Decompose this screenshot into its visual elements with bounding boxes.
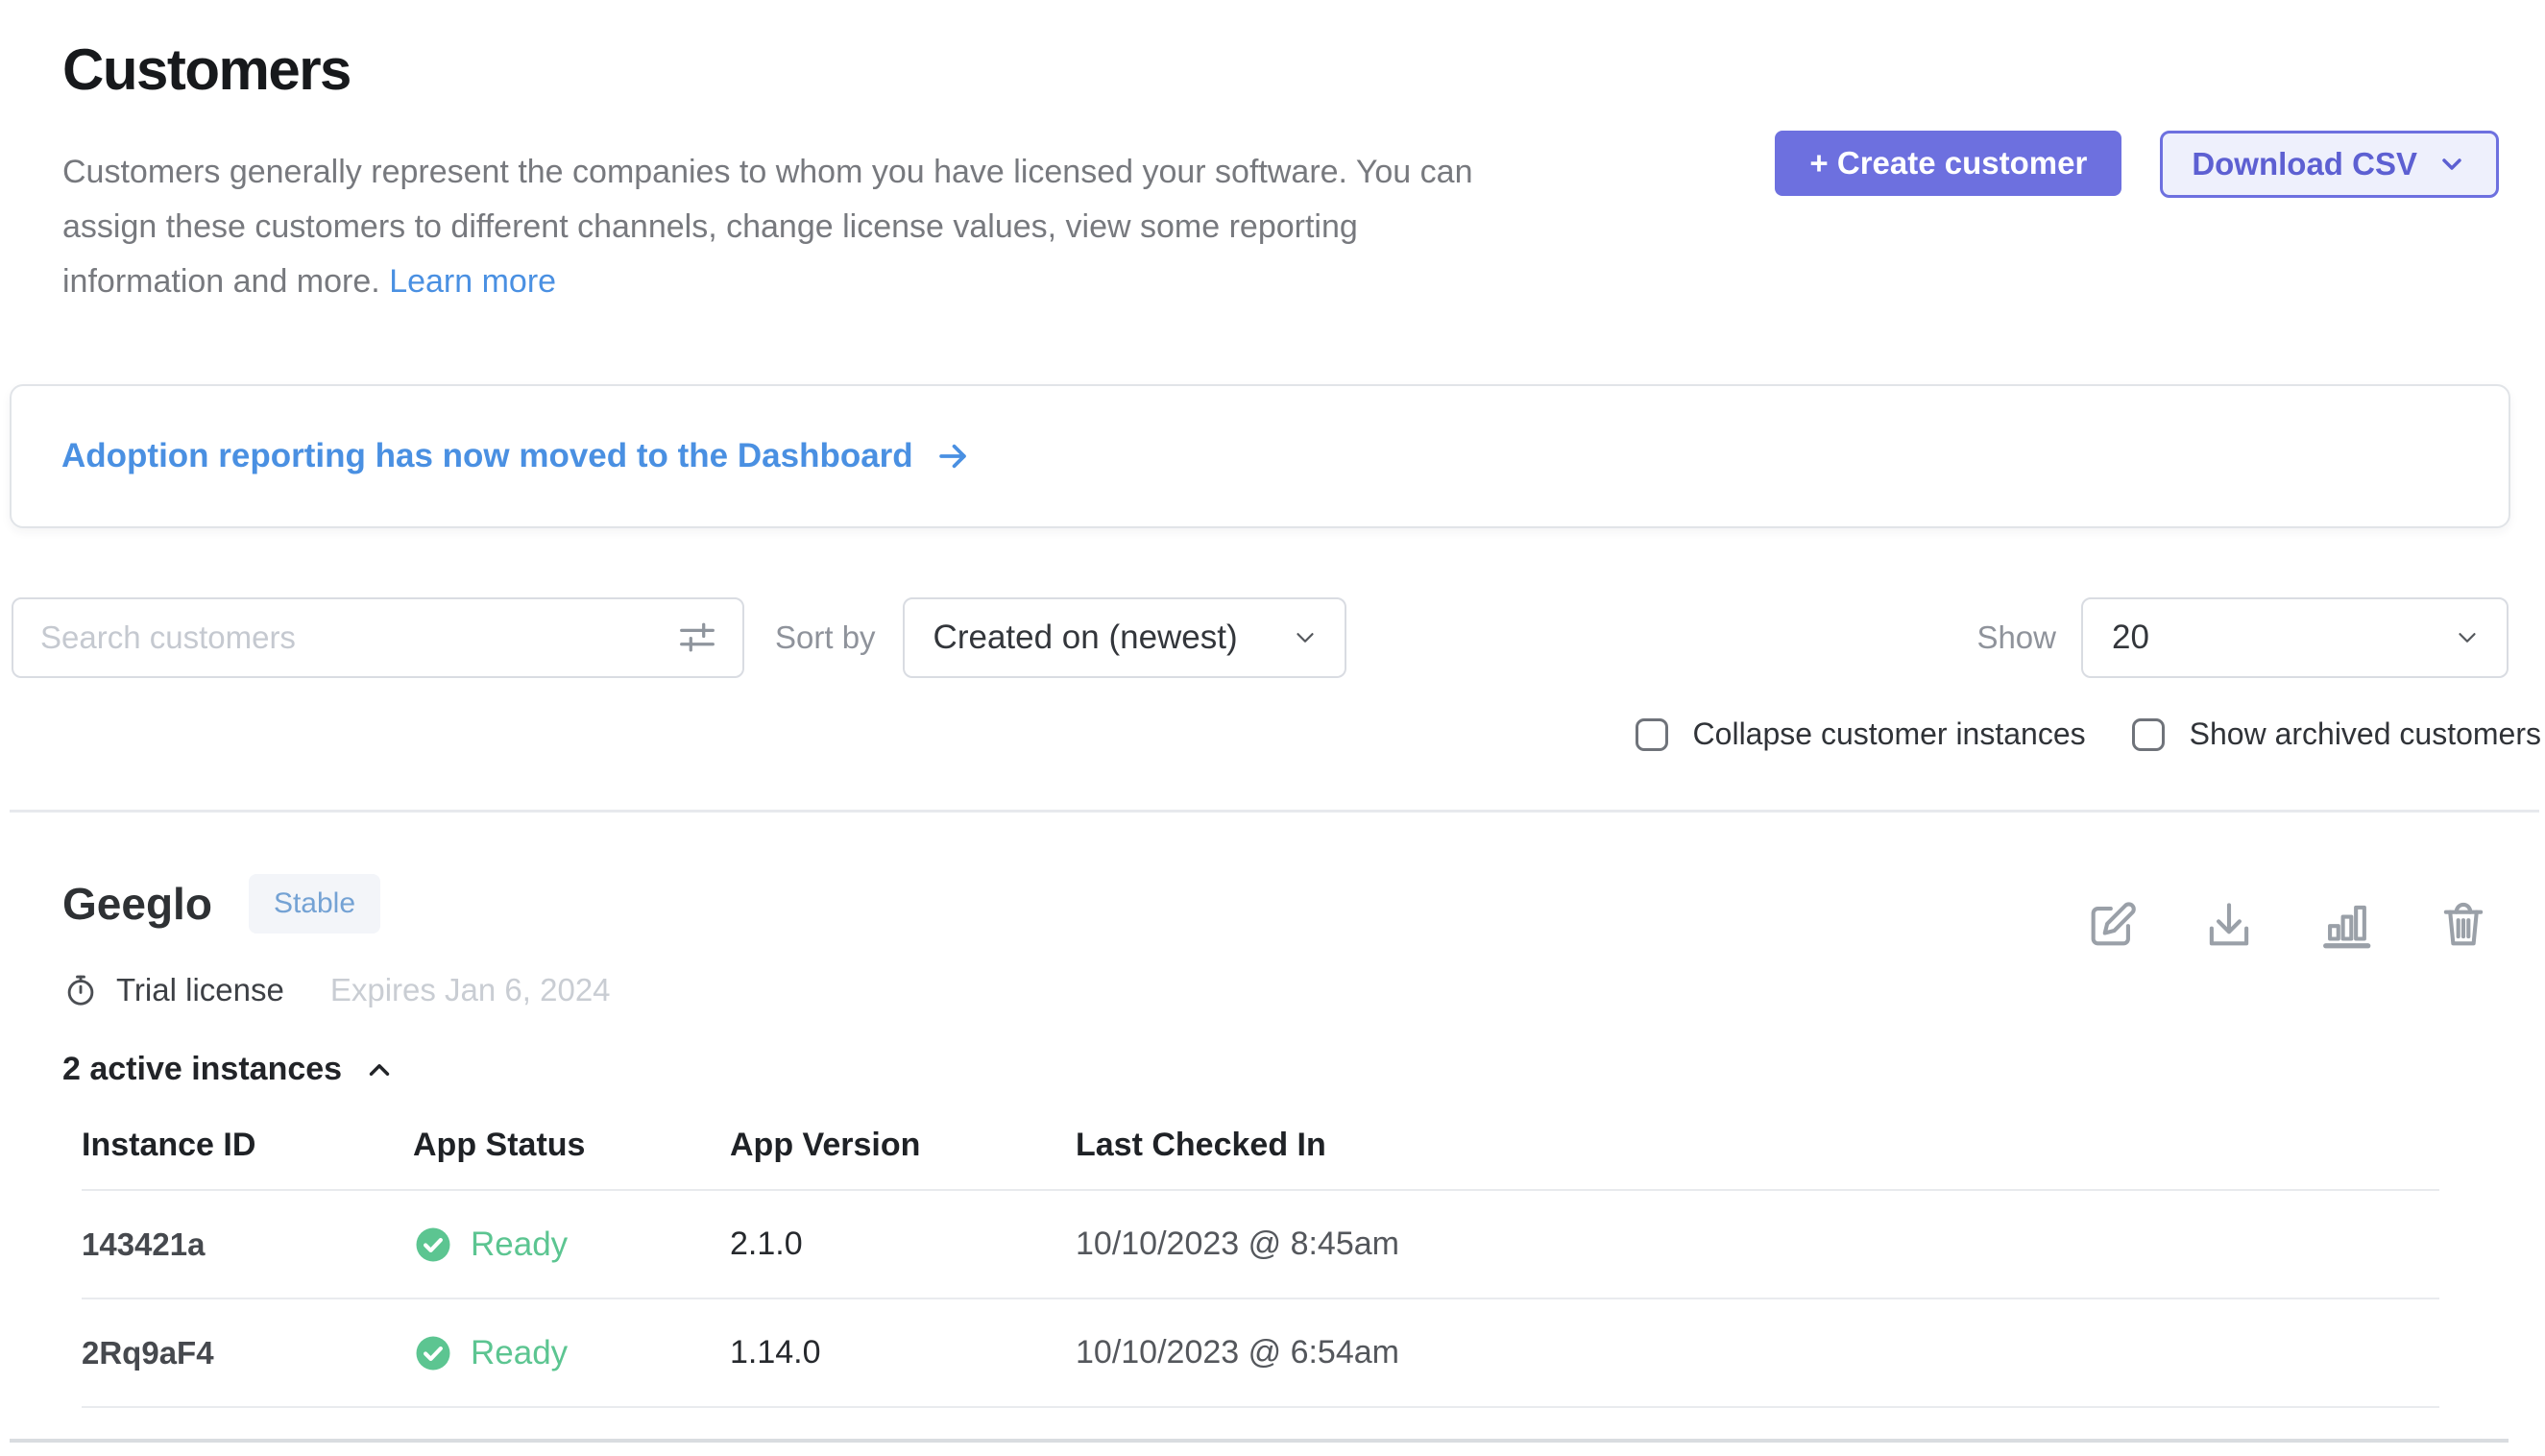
show-archived-checkbox-item[interactable]: Show archived customers	[2132, 716, 2541, 752]
sort-select-value: Created on (newest)	[933, 619, 1238, 657]
create-customer-button[interactable]: + Create customer	[1775, 131, 2121, 196]
chevron-up-icon	[363, 1054, 396, 1086]
download-csv-button[interactable]: Download CSV	[2160, 131, 2499, 198]
header-app-status: App Status	[413, 1127, 730, 1164]
download-csv-label: Download CSV	[2192, 146, 2417, 182]
page-description: Customers generally represent the compan…	[62, 145, 1484, 309]
app-status-cell: Ready	[413, 1333, 730, 1373]
sort-select[interactable]: Created on (newest)	[903, 597, 1346, 678]
chevron-down-icon	[2436, 149, 2467, 180]
collapse-instances-label: Collapse customer instances	[1693, 716, 2086, 752]
header-app-version: App Version	[730, 1127, 1076, 1164]
customer-card: Geeglo Stable Trial license Expires Jan …	[0, 813, 2545, 1408]
page-header: Customers Customers generally represent …	[0, 0, 2545, 309]
bottom-divider	[10, 1439, 2509, 1443]
instance-id-cell: 143421a	[82, 1226, 413, 1263]
adoption-banner-link[interactable]: Adoption reporting has now moved to the …	[61, 437, 971, 475]
table-row: 143421a Ready 2.1.0 10/10/2023 @ 8:45am	[82, 1191, 2439, 1299]
customer-actions	[2084, 897, 2491, 953]
check-circle-icon	[413, 1333, 453, 1373]
show-archived-checkbox[interactable]	[2132, 718, 2165, 751]
app-version-cell: 2.1.0	[730, 1225, 1076, 1263]
app-version-cell: 1.14.0	[730, 1334, 1076, 1371]
channel-badge: Stable	[249, 874, 380, 934]
filter-controls: Sort by Created on (newest) Show 20	[12, 597, 2509, 678]
license-expiry: Expires Jan 6, 2024	[330, 972, 611, 1008]
collapse-instances-checkbox[interactable]	[1636, 718, 1668, 751]
arrow-right-icon	[934, 438, 971, 474]
chevron-down-icon	[2453, 623, 2482, 652]
learn-more-link[interactable]: Learn more	[389, 263, 556, 300]
filter-sliders-icon[interactable]	[675, 616, 719, 660]
last-checked-cell: 10/10/2023 @ 6:54am	[1076, 1334, 2439, 1371]
header-instance-id: Instance ID	[82, 1127, 413, 1164]
customer-name: Geeglo	[62, 878, 212, 930]
edit-icon[interactable]	[2084, 897, 2140, 953]
last-checked-cell: 10/10/2023 @ 8:45am	[1076, 1225, 2439, 1263]
page-description-text: Customers generally represent the compan…	[62, 154, 1472, 300]
adoption-banner: Adoption reporting has now moved to the …	[10, 384, 2510, 528]
table-header-row: Instance ID App Status App Version Last …	[82, 1127, 2439, 1191]
table-row: 2Rq9aF4 Ready 1.14.0 10/10/2023 @ 6:54am	[82, 1299, 2439, 1408]
stopwatch-icon	[62, 972, 99, 1008]
instances-toggle[interactable]: 2 active instances	[62, 1051, 396, 1088]
page-title: Customers	[62, 36, 1484, 103]
bar-chart-icon[interactable]	[2318, 897, 2374, 953]
search-box	[12, 597, 744, 678]
checkbox-row: Collapse customer instances Show archive…	[0, 716, 2545, 752]
status-text: Ready	[471, 1225, 568, 1264]
header-last-checked-in: Last Checked In	[1076, 1127, 2439, 1164]
search-input[interactable]	[40, 619, 675, 656]
check-circle-icon	[413, 1225, 453, 1265]
license-row: Trial license Expires Jan 6, 2024	[62, 972, 2497, 1008]
instances-table: Instance ID App Status App Version Last …	[82, 1127, 2439, 1408]
show-select[interactable]: 20	[2081, 597, 2509, 678]
adoption-banner-text: Adoption reporting has now moved to the …	[61, 437, 913, 475]
status-text: Ready	[471, 1334, 568, 1372]
app-status-cell: Ready	[413, 1225, 730, 1265]
show-select-value: 20	[2112, 619, 2149, 657]
instance-id-cell: 2Rq9aF4	[82, 1335, 413, 1371]
chevron-down-icon	[1291, 623, 1320, 652]
download-icon[interactable]	[2201, 897, 2257, 953]
trash-icon[interactable]	[2436, 897, 2491, 953]
license-type: Trial license	[116, 972, 284, 1008]
show-archived-label: Show archived customers	[2190, 716, 2541, 752]
collapse-instances-checkbox-item[interactable]: Collapse customer instances	[1636, 716, 2086, 752]
show-label: Show	[1976, 619, 2056, 656]
sort-by-label: Sort by	[775, 619, 876, 656]
instances-toggle-label: 2 active instances	[62, 1051, 342, 1088]
